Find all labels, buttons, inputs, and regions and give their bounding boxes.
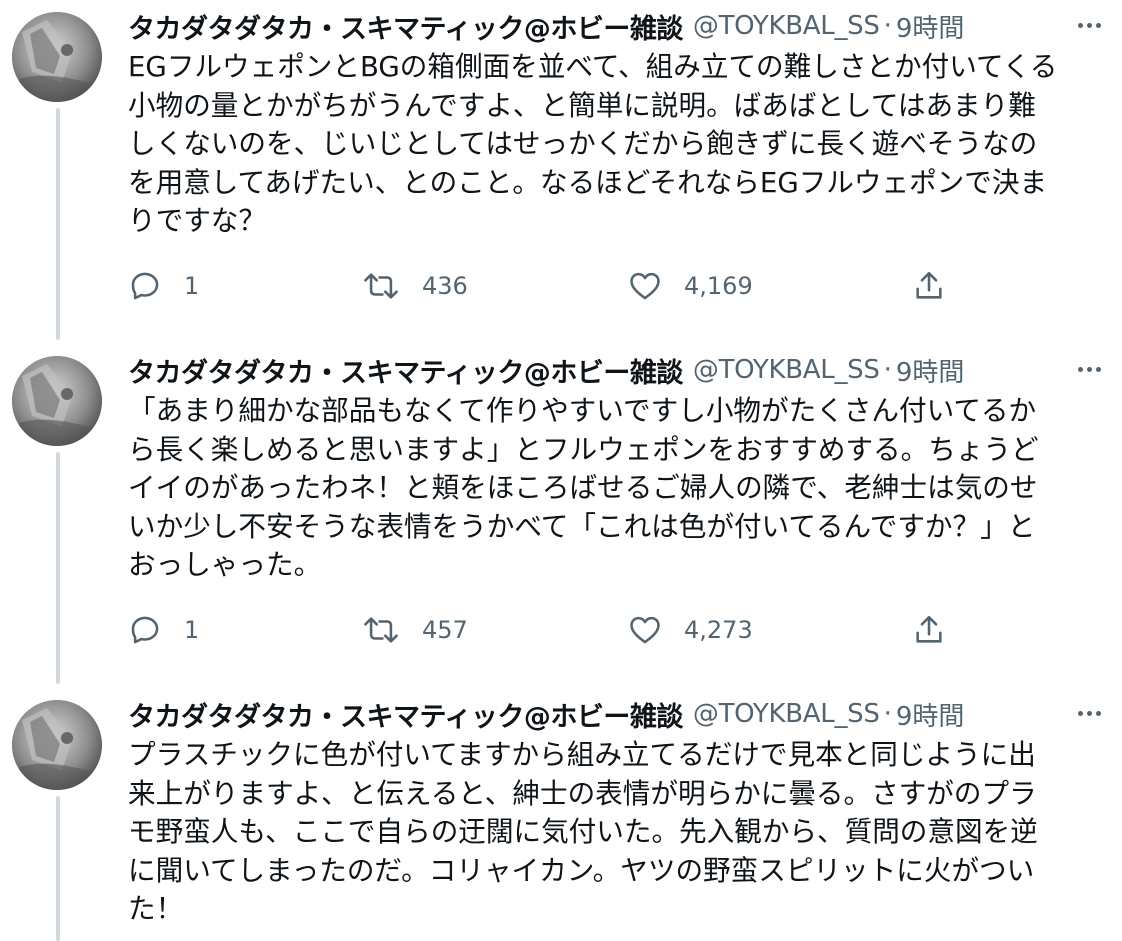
- author-name[interactable]: タカダタダタカ・スキマティック@ホビー雑談: [128, 7, 683, 46]
- share-button[interactable]: [912, 610, 946, 650]
- retweet-count: 436: [422, 272, 468, 300]
- author-handle[interactable]: @TOYKBAL_SS: [693, 699, 880, 729]
- share-icon: [916, 615, 942, 643]
- separator-dot: ·: [883, 11, 892, 41]
- more-options-icon[interactable]: [1072, 10, 1106, 40]
- tweet-actions: 1 457 4,273: [128, 610, 968, 650]
- reply-button[interactable]: 1: [128, 610, 199, 650]
- like-count: 4,169: [684, 272, 753, 300]
- tweet[interactable]: タカダタダタカ・スキマティック@ホビー雑談 @TOYKBAL_SS · 9時間 …: [0, 344, 1122, 688]
- tweet-header: タカダタダタカ・スキマティック@ホビー雑談 @TOYKBAL_SS · 9時間: [128, 350, 1112, 390]
- like-button[interactable]: 4,273: [628, 610, 753, 650]
- reply-icon: [131, 272, 159, 300]
- retweet-button[interactable]: 457: [362, 610, 468, 650]
- reply-count: 1: [184, 272, 200, 300]
- more-options-icon[interactable]: [1072, 698, 1106, 728]
- author-handle[interactable]: @TOYKBAL_SS: [693, 355, 880, 385]
- like-count: 4,273: [684, 616, 753, 644]
- heart-icon: [630, 616, 660, 644]
- separator-dot: ·: [883, 355, 892, 385]
- tweet-header: タカダタダタカ・スキマティック@ホビー雑談 @TOYKBAL_SS · 9時間: [128, 694, 1112, 734]
- avatar[interactable]: [12, 700, 102, 790]
- tweet-text: 「あまり細かな部品もなくて作りやすいですし小物がたくさん付いてるか ら長く楽しめ…: [128, 394, 1039, 582]
- retweet-icon: [364, 273, 398, 299]
- author-handle[interactable]: @TOYKBAL_SS: [693, 11, 880, 41]
- tweet[interactable]: タカダタダタカ・スキマティック@ホビー雑談 @TOYKBAL_SS · 9時間 …: [0, 0, 1122, 344]
- author-name[interactable]: タカダタダタカ・スキマティック@ホビー雑談: [128, 351, 683, 390]
- separator-dot: ·: [883, 699, 892, 729]
- tweet-text: EGフルウェポンとBGの箱側面を並べて、組み立ての難しさとか付いてくる 小物の量…: [128, 50, 1058, 238]
- tweet-timestamp[interactable]: 9時間: [896, 352, 965, 389]
- reply-icon: [131, 616, 159, 644]
- heart-icon: [630, 272, 660, 300]
- tweet-header: タカダタダタカ・スキマティック@ホビー雑談 @TOYKBAL_SS · 9時間: [128, 6, 1112, 46]
- tweet-timestamp[interactable]: 9時間: [896, 696, 965, 733]
- more-options-icon[interactable]: [1072, 354, 1106, 384]
- retweet-icon: [364, 617, 398, 643]
- retweet-button[interactable]: 436: [362, 266, 468, 306]
- avatar[interactable]: [12, 12, 102, 102]
- retweet-count: 457: [422, 616, 468, 644]
- reply-button[interactable]: 1: [128, 266, 199, 306]
- share-icon: [916, 271, 942, 299]
- tweet-text: プラスチックに色が付いてますから組み立てるだけで見本と同じように出 来上がります…: [128, 738, 1038, 926]
- author-name[interactable]: タカダタダタカ・スキマティック@ホビー雑談: [128, 695, 683, 734]
- avatar[interactable]: [12, 356, 102, 446]
- reply-count: 1: [184, 616, 200, 644]
- tweet-timestamp[interactable]: 9時間: [896, 8, 965, 45]
- tweet[interactable]: タカダタダタカ・スキマティック@ホビー雑談 @TOYKBAL_SS · 9時間 …: [0, 688, 1122, 941]
- tweet-actions: 1 436 4,169: [128, 266, 968, 306]
- share-button[interactable]: [912, 266, 946, 306]
- like-button[interactable]: 4,169: [628, 266, 753, 306]
